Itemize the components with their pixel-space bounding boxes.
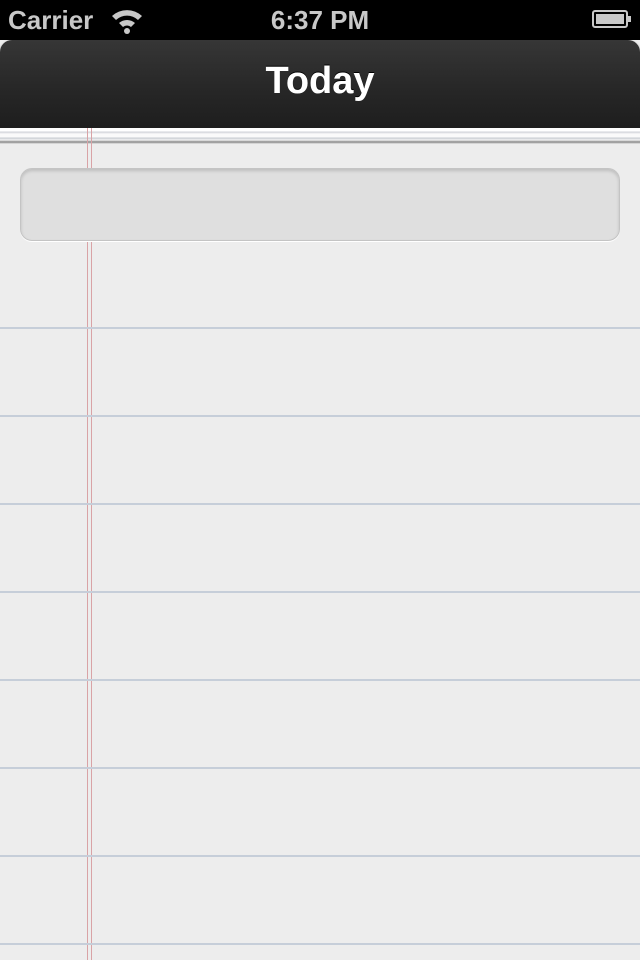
ruled-line	[0, 679, 640, 681]
ruled-line	[0, 943, 640, 945]
new-item-input[interactable]	[20, 168, 620, 241]
ruled-line	[0, 327, 640, 329]
ruled-line	[0, 503, 640, 505]
battery-icon	[592, 10, 631, 28]
clock: 6:37 PM	[270, 5, 370, 35]
ruled-line	[0, 767, 640, 769]
navigation-bar: Today	[0, 40, 640, 128]
ruled-line	[0, 415, 640, 417]
margin-line	[87, 128, 88, 960]
ruled-line	[0, 855, 640, 857]
page-title: Today	[265, 60, 375, 102]
ruled-line	[0, 591, 640, 593]
paper-edge	[0, 128, 640, 144]
margin-line	[91, 128, 92, 960]
status-bar: Carrier 6:37 PM	[0, 0, 640, 40]
